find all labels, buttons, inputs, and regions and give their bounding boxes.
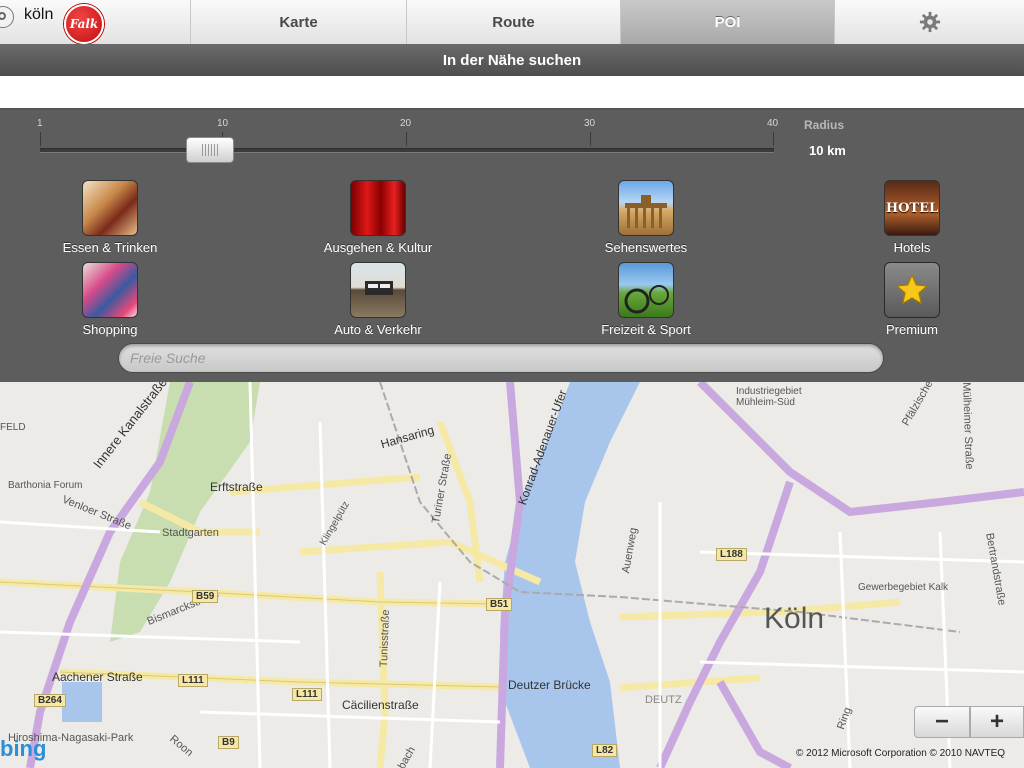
- gear-icon: [919, 11, 940, 33]
- settings-button[interactable]: [834, 0, 1024, 44]
- street-label: Aachener Straße: [52, 670, 143, 684]
- map-canvas: [0, 382, 1024, 768]
- area-label: Gewerbegebiet Kalk: [858, 582, 949, 593]
- tab-karte[interactable]: Karte: [190, 0, 406, 44]
- category-freizeit-sport[interactable]: Freizeit & Sport: [556, 262, 736, 337]
- category-label: Hotels: [893, 240, 931, 255]
- city-label: Köln: [764, 602, 825, 635]
- zoom-out-label: −: [934, 708, 949, 735]
- radius-tick: 10: [217, 118, 229, 129]
- road-shield: B9: [218, 736, 239, 749]
- category-shopping[interactable]: Shopping: [20, 262, 200, 337]
- tab-label: POI: [714, 13, 741, 31]
- zoom-in-label: +: [989, 708, 1004, 735]
- theater-icon: [350, 180, 406, 236]
- tick-mark: [406, 132, 407, 146]
- category-auto-verkehr[interactable]: Auto & Verkehr: [288, 262, 468, 337]
- category-label: Ausgehen & Kultur: [323, 240, 433, 255]
- category-label: Essen & Trinken: [62, 240, 158, 255]
- category-label: Sehenswertes: [604, 240, 688, 255]
- section-title: In der Nähe suchen: [0, 44, 1024, 76]
- radius-slider-thumb[interactable]: [186, 137, 234, 163]
- shopping-icon: [82, 262, 138, 318]
- category-label: Auto & Verkehr: [334, 322, 422, 337]
- landmark-icon: [618, 180, 674, 236]
- tab-label: Karte: [279, 13, 318, 31]
- district-label: DEUTZ: [645, 694, 682, 706]
- poi-label: Barthonia Forum: [8, 480, 83, 491]
- location-search-bar[interactable]: [0, 76, 1024, 110]
- star-icon: [884, 262, 940, 318]
- radius-value: 10 km: [809, 143, 846, 158]
- section-title-text: In der Nähe suchen: [442, 51, 582, 69]
- tab-route[interactable]: Route: [406, 0, 620, 44]
- road-shield: B264: [34, 694, 66, 707]
- free-search-placeholder: Freie Suche: [130, 350, 206, 366]
- radius-slider-track[interactable]: [40, 148, 774, 153]
- zoom-out-button[interactable]: −: [914, 706, 970, 738]
- radius-tick: 20: [400, 118, 412, 129]
- radius-tick: 40: [767, 118, 779, 129]
- tick-mark: [40, 132, 41, 146]
- zoom-in-button[interactable]: +: [970, 706, 1024, 738]
- radius-tick: 1: [37, 118, 43, 129]
- tab-poi[interactable]: POI: [620, 0, 834, 44]
- road-shield: L111: [292, 688, 322, 701]
- road-shield: L188: [716, 548, 747, 561]
- category-label: Premium: [885, 322, 938, 337]
- tick-mark: [773, 132, 774, 146]
- category-hotels[interactable]: HOTEL Hotels: [822, 180, 1002, 255]
- falk-logo[interactable]: Falk: [64, 4, 104, 44]
- road-shield: L111: [178, 674, 208, 687]
- road-shield: L82: [592, 744, 618, 757]
- bike-icon: [618, 262, 674, 318]
- logo-text: Falk: [69, 17, 99, 31]
- map-view[interactable]: Innere Kanalstraße Erftstraße Hansaring …: [0, 382, 1024, 768]
- category-ausgehen-kultur[interactable]: Ausgehen & Kultur: [288, 180, 468, 255]
- park-label: Stadtgarten: [162, 527, 219, 539]
- tick-mark: [590, 132, 591, 146]
- radius-tick: 30: [584, 118, 596, 129]
- category-label: Shopping: [82, 322, 138, 337]
- road-shield: B59: [192, 590, 219, 603]
- radius-label: Radius: [804, 118, 845, 132]
- district-label: FELD: [0, 422, 26, 433]
- category-sehenswertes[interactable]: Sehenswertes: [556, 180, 736, 255]
- category-essen-trinken[interactable]: Essen & Trinken: [20, 180, 200, 255]
- location-search-input[interactable]: köln: [24, 6, 53, 24]
- free-search-input[interactable]: [118, 343, 884, 373]
- tab-label: Route: [492, 13, 535, 31]
- hotel-sign: HOTEL: [885, 200, 939, 216]
- street-label: Cäcilienstraße: [342, 698, 419, 712]
- map-copyright: © 2012 Microsoft Corporation © 2010 NAVT…: [796, 748, 1006, 759]
- food-icon: [82, 180, 138, 236]
- street-label: Deutzer Brücke: [508, 678, 591, 692]
- road-shield: B51: [486, 598, 513, 611]
- category-label: Freizeit & Sport: [601, 322, 691, 337]
- bing-logo: bing: [0, 736, 47, 761]
- car-icon: [350, 262, 406, 318]
- area-label: Industriegebiet Mühleim-Süd: [736, 386, 802, 408]
- hotel-icon: HOTEL: [884, 180, 940, 236]
- street-label: Erftstraße: [210, 480, 263, 494]
- category-premium[interactable]: Premium: [822, 262, 1002, 337]
- street-label: Tunisstraße: [378, 609, 393, 668]
